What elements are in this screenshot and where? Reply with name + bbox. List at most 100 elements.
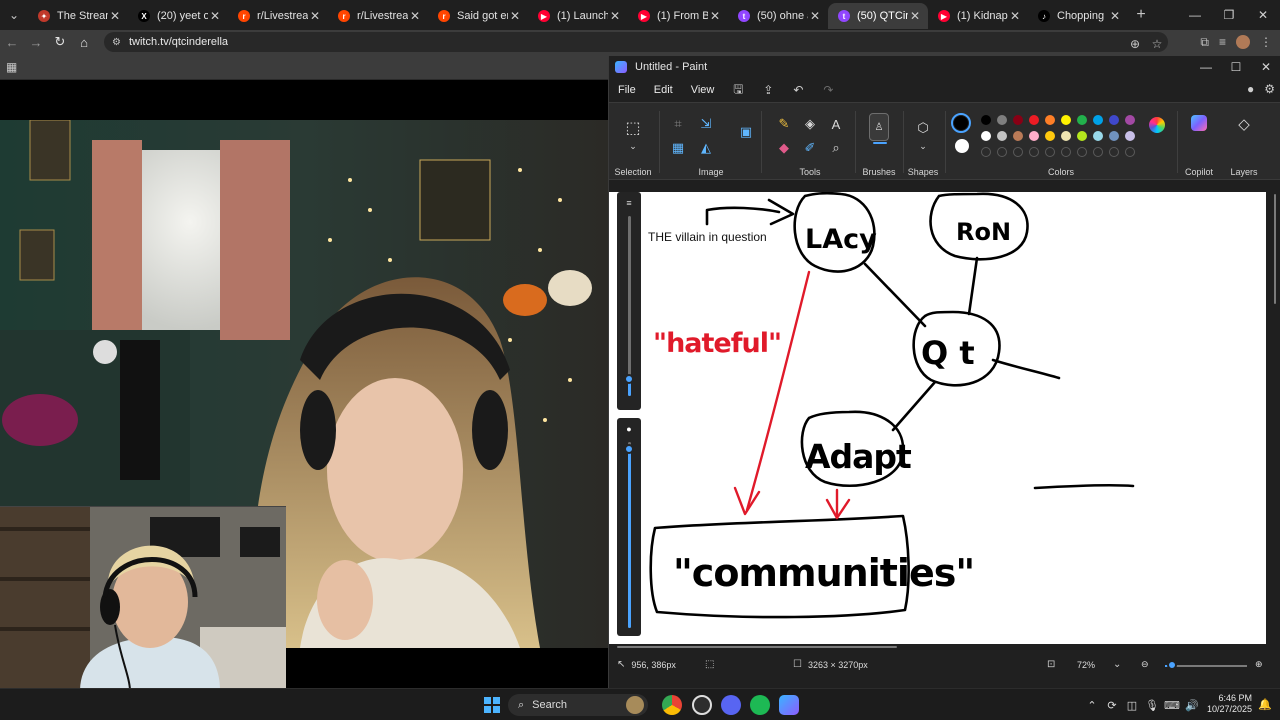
tab-close-icon[interactable]: ✕ [108, 9, 122, 23]
pencil-icon[interactable]: ✎ [775, 115, 793, 133]
settings-gear-icon[interactable]: ⚙ [1264, 82, 1275, 96]
stream-video[interactable] [0, 80, 608, 690]
browser-tab[interactable]: X (20) yeet on X✕ [128, 3, 228, 29]
paint-maximize-icon[interactable]: ☐ [1221, 56, 1251, 78]
tab-search-icon[interactable]: ⌄ [0, 1, 28, 29]
menu-file[interactable]: File [609, 84, 645, 96]
account-icon[interactable]: ● [1247, 82, 1254, 96]
eraser-icon[interactable]: ◆ [775, 139, 793, 157]
minimize-icon[interactable]: — [1178, 0, 1212, 30]
tab-close-icon[interactable]: ✕ [308, 9, 322, 23]
canvas-horizontal-scrollbar[interactable] [609, 644, 1266, 650]
browser-tab[interactable]: r Said got emoti✕ [428, 3, 528, 29]
zoom-chevron-icon[interactable]: ⌄ [1113, 659, 1121, 670]
zoom-slider-knob[interactable] [1167, 660, 1177, 670]
bookmark-star-icon[interactable]: ☆ [1146, 37, 1168, 51]
chrome-taskbar-icon[interactable] [662, 695, 682, 715]
start-button[interactable] [484, 697, 500, 713]
tab-close-icon[interactable]: ✕ [508, 9, 522, 23]
ribbon-label-copilot[interactable]: Copilot [1181, 167, 1217, 177]
browser-tab[interactable]: ♪ Chopping It W✕ [1028, 3, 1128, 29]
ribbon-label-layers[interactable]: Layers [1223, 167, 1265, 177]
size-slider-knob[interactable] [624, 374, 634, 384]
menu-icon[interactable]: ⋮ [1260, 35, 1272, 49]
image-select-icon[interactable]: ▣ [737, 123, 755, 141]
close-icon[interactable]: ✕ [1246, 0, 1280, 30]
forward-icon[interactable]: → [24, 30, 48, 54]
shapes-icon[interactable]: ⬡ [914, 119, 932, 137]
microphone-icon[interactable]: 🎙 [1142, 699, 1162, 712]
tray-shield-icon[interactable]: ◫ [1122, 699, 1142, 712]
notifications-icon[interactable]: 🔔 [1258, 698, 1272, 712]
color-picker-icon[interactable]: ✐ [801, 139, 819, 157]
opacity-slider-knob[interactable] [624, 444, 634, 454]
rotate-icon[interactable]: ▦ [669, 139, 687, 157]
selection-chevron-icon[interactable]: ⌄ [624, 137, 642, 155]
taskbar-clock[interactable]: 6:46 PM 10/27/2025 [1204, 693, 1252, 715]
browser-tab[interactable]: ▶ (1) From Billbo✕ [628, 3, 728, 29]
fill-icon[interactable]: ◈ [801, 115, 819, 133]
share-icon[interactable]: ⇪ [753, 83, 783, 97]
flip-icon[interactable]: ◭ [697, 139, 715, 157]
zoom-slider-track[interactable] [1165, 665, 1247, 667]
tab-close-icon[interactable]: ✕ [808, 9, 822, 23]
tab-close-icon[interactable]: ✕ [408, 9, 422, 23]
canvas-text-box[interactable]: THE villain in question [648, 230, 767, 244]
tab-close-icon[interactable]: ✕ [908, 9, 922, 23]
profile-avatar[interactable] [1236, 35, 1250, 49]
media-icon[interactable]: ≡ [1219, 35, 1226, 49]
browser-tab[interactable]: ✦ The Streamer A✕ [28, 3, 128, 29]
browser-tab[interactable]: ▶ (1) Launch Tra✕ [528, 3, 628, 29]
browser-tab[interactable]: t (50) ohne abou✕ [728, 3, 828, 29]
paint-close-icon[interactable]: ✕ [1251, 56, 1280, 78]
redo-icon[interactable]: ↷ [813, 83, 843, 97]
volume-icon[interactable]: 🔊 [1182, 699, 1202, 712]
browser-tab[interactable]: ▶ (1) Kidnapper✕ [928, 3, 1028, 29]
taskbar-search[interactable]: ⌕ Search [508, 694, 648, 716]
resize-icon[interactable]: ⇲ [697, 115, 715, 133]
network-icon[interactable]: ⌨ [1162, 699, 1182, 712]
paint-minimize-icon[interactable]: — [1191, 56, 1221, 78]
address-bar[interactable]: ⚙ twitch.tv/qtcinderella ⊕ ☆ [104, 32, 1168, 52]
new-tab-button[interactable]: + [1128, 6, 1154, 24]
tab-close-icon[interactable]: ✕ [1008, 9, 1022, 23]
extensions-icon[interactable]: ⧉ [1200, 35, 1209, 50]
fit-window-icon[interactable]: ⊡ [1047, 659, 1055, 670]
browser-tab[interactable]: r r/LivestreamFa✕ [328, 3, 428, 29]
tray-chevron-icon[interactable]: ⌃ [1082, 699, 1102, 712]
settings-taskbar-icon[interactable] [692, 695, 712, 715]
undo-icon[interactable]: ↶ [783, 83, 813, 97]
canvas-vertical-scrollbar[interactable] [1271, 192, 1279, 644]
brush-icon[interactable]: ♙ [869, 113, 889, 144]
zoom-dropdown[interactable]: 72% ⌄ [1077, 659, 1127, 670]
site-info-icon[interactable]: ⚙ [112, 37, 121, 48]
brush-opacity-slider[interactable]: ● [617, 418, 641, 636]
menu-view[interactable]: View [682, 84, 724, 96]
text-icon[interactable]: A [827, 115, 845, 133]
paint-taskbar-icon[interactable] [779, 695, 799, 715]
shapes-chevron-icon[interactable]: ⌄ [914, 137, 932, 155]
save-icon[interactable]: 🖫 [723, 80, 753, 101]
back-icon[interactable]: ← [0, 30, 24, 54]
menu-edit[interactable]: Edit [645, 84, 682, 96]
selection-icon[interactable]: ⬚ [624, 119, 642, 137]
crop-icon[interactable]: ⌗ [669, 115, 687, 133]
zoom-icon[interactable]: ⊕ [1124, 37, 1146, 51]
magnifier-icon[interactable]: ⌕ [827, 139, 845, 157]
apps-grid-icon[interactable]: ▦ [6, 60, 17, 74]
tab-close-icon[interactable]: ✕ [208, 9, 222, 23]
browser-tab[interactable]: t (50) QTCin ✕ [828, 3, 928, 29]
tab-close-icon[interactable]: ✕ [1108, 9, 1122, 23]
fit-to-window[interactable]: ⊡ [1047, 659, 1061, 670]
brush-size-slider[interactable]: ≡ [617, 192, 641, 410]
maximize-icon[interactable]: ❐ [1212, 0, 1246, 30]
tray-app-icon[interactable]: ⟳ [1102, 699, 1122, 712]
tab-close-icon[interactable]: ✕ [608, 9, 622, 23]
paint-canvas[interactable]: LAcy RoN Q t Adapt "communities" "hatefu… [609, 192, 1266, 644]
zoom-out-icon[interactable]: ⊖ [1141, 659, 1149, 670]
discord-taskbar-icon[interactable] [721, 695, 741, 715]
reload-icon[interactable]: ↻ [48, 30, 72, 54]
tab-close-icon[interactable]: ✕ [708, 9, 722, 23]
browser-tab[interactable]: r r/LivestreamFa✕ [228, 3, 328, 29]
home-icon[interactable]: ⌂ [72, 30, 96, 54]
